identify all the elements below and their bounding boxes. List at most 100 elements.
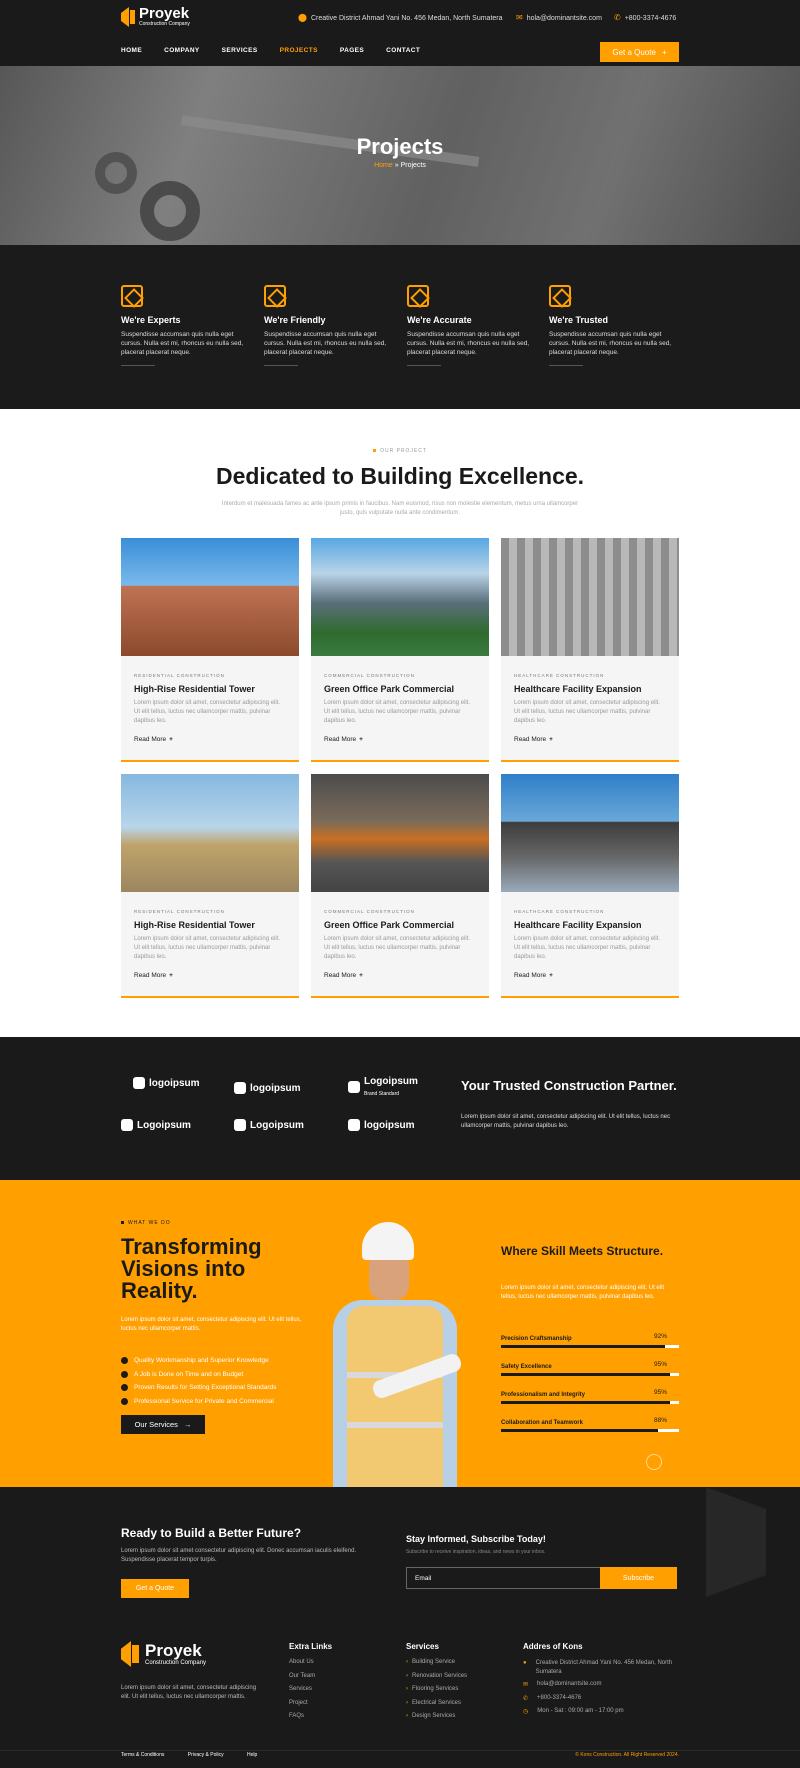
footer-link[interactable]: Our Team — [289, 1673, 332, 1687]
footer-link[interactable]: Services — [289, 1686, 332, 1700]
read-more-link[interactable]: Read More + — [324, 736, 363, 743]
cta-section: Ready to Build a Better Future? Lorem ip… — [0, 1487, 800, 1629]
plus-icon: + — [359, 972, 363, 979]
project-card[interactable]: RESIDENTIAL CONSTRUCTION High-Rise Resid… — [121, 538, 299, 762]
footer-service-link[interactable]: › Electrical Services — [406, 1700, 467, 1714]
project-card[interactable]: RESIDENTIAL CONSTRUCTION High-Rise Resid… — [121, 774, 299, 998]
check-icon — [121, 1357, 128, 1365]
project-image — [501, 538, 679, 656]
skills-section: WHAT WE DO Transforming Visions into Rea… — [0, 1180, 800, 1487]
nav-projects[interactable]: PROJECTS — [280, 47, 318, 54]
topbar-phone[interactable]: ✆ +800-3374-4676 — [614, 14, 676, 22]
footer-link[interactable]: Project — [289, 1700, 332, 1714]
read-more-link[interactable]: Read More + — [514, 972, 553, 979]
footer-service-link[interactable]: › Design Services — [406, 1713, 467, 1727]
breadcrumb-current: Projects — [400, 162, 426, 169]
project-image — [501, 774, 679, 892]
feature-divider — [407, 365, 441, 366]
project-title[interactable]: High-Rise Residential Tower — [134, 684, 255, 694]
list-item: Quality Workmanship and Superior Knowled… — [121, 1354, 321, 1368]
project-title[interactable]: Green Office Park Commercial — [324, 920, 454, 930]
read-more-link[interactable]: Read More + — [324, 972, 363, 979]
project-image — [121, 538, 299, 656]
feature-accurate: We're Accurate Suspendisse accumsan quis… — [407, 285, 537, 366]
project-card[interactable]: HEALTHCARE CONSTRUCTION Healthcare Facil… — [501, 538, 679, 762]
project-title[interactable]: Healthcare Facility Expansion — [514, 684, 642, 694]
footer-hours: Mon - Sat : 09:00 am - 17:00 pm — [537, 1708, 624, 1714]
feature-title: We're Experts — [121, 315, 181, 325]
list-item: Proven Results for Setting Exceptional S… — [121, 1381, 321, 1395]
feature-divider — [264, 365, 298, 366]
footer-col-title: Addres of Kons — [523, 1642, 583, 1651]
scroll-indicator[interactable] — [646, 1454, 662, 1470]
privacy-link[interactable]: Privacy & Policy — [188, 1752, 224, 1758]
progress-fill — [501, 1373, 671, 1376]
feature-experts: We're Experts Suspendisse accumsan quis … — [121, 285, 251, 366]
section-title: Dedicated to Building Excellence. — [215, 463, 585, 489]
project-title[interactable]: Green Office Park Commercial — [324, 684, 454, 694]
breadcrumb-home[interactable]: Home — [374, 162, 393, 169]
nav-services[interactable]: SERVICES — [222, 47, 258, 54]
partner-logo: logoipsum — [348, 1119, 415, 1131]
location-icon: ⬤ — [298, 13, 307, 22]
list-item: Professional Service for Private and Com… — [121, 1395, 321, 1409]
brand-name: Proyek — [145, 1640, 202, 1660]
footer-link[interactable]: About Us — [289, 1659, 332, 1673]
worker-image — [325, 1222, 465, 1487]
footer-service-link[interactable]: › Renovation Services — [406, 1673, 467, 1687]
project-image — [311, 774, 489, 892]
terms-link[interactable]: Terms & Conditions — [121, 1752, 164, 1758]
footer-service-link[interactable]: › Flooring Services — [406, 1686, 467, 1700]
project-title[interactable]: High-Rise Residential Tower — [134, 920, 255, 930]
project-category: COMMERCIAL CONSTRUCTION — [324, 673, 415, 678]
partner-logo-icon — [133, 1077, 145, 1089]
partner-logo: Logoipsum — [234, 1119, 304, 1131]
help-link[interactable]: Help — [247, 1752, 257, 1758]
projects-section: OUR PROJECT Dedicated to Building Excell… — [0, 409, 800, 1037]
project-card[interactable]: HEALTHCARE CONSTRUCTION Healthcare Facil… — [501, 774, 679, 998]
read-more-link[interactable]: Read More + — [134, 972, 173, 979]
nav-company[interactable]: COMPANY — [164, 47, 200, 54]
project-desc: Lorem ipsum dolor sit amet, consectetur … — [324, 700, 471, 724]
project-card[interactable]: COMMERCIAL CONSTRUCTION Green Office Par… — [311, 538, 489, 762]
email-field[interactable]: Email — [406, 1567, 600, 1589]
footer-logo[interactable]: Proyek Construction Company — [121, 1641, 206, 1667]
section-eyebrow: WHAT WE DO — [121, 1220, 171, 1226]
section-desc: Lorem ipsum dolor sit amet, consectetur … — [121, 1317, 302, 1332]
nav-contact[interactable]: CONTACT — [386, 47, 420, 54]
nav-pages[interactable]: PAGES — [340, 47, 364, 54]
chevron-right-icon: › — [406, 1686, 408, 1692]
our-services-button[interactable]: Our Services → — [121, 1415, 205, 1434]
feature-desc: Suspendisse accumsan quis nulla eget cur… — [407, 331, 530, 356]
footer-link[interactable]: FAQs — [289, 1713, 332, 1727]
feature-desc: Suspendisse accumsan quis nulla eget cur… — [121, 331, 244, 356]
footer-service-link[interactable]: › Building Service — [406, 1659, 467, 1673]
our-services-label: Our Services — [134, 1420, 178, 1429]
nav-home[interactable]: HOME — [121, 47, 142, 54]
section-title: Transforming Visions into Reality. — [121, 1234, 262, 1303]
chevron-right-icon: › — [406, 1672, 408, 1679]
project-card[interactable]: COMMERCIAL CONSTRUCTION Green Office Par… — [311, 774, 489, 998]
progress-bar: Safety Excellence 95% — [501, 1361, 679, 1376]
read-more-link[interactable]: Read More + — [514, 736, 553, 743]
cta-quote-button[interactable]: Get a Quote — [121, 1579, 189, 1598]
partner-logo: Logoipsum Brand Standard — [348, 1076, 418, 1098]
project-image — [121, 774, 299, 892]
subscribe-button[interactable]: Subscribe — [600, 1567, 677, 1589]
main-nav: HOME COMPANY SERVICES PROJECTS PAGES CON… — [121, 47, 442, 54]
list-item: A Job is Done on Time and on Budget — [121, 1368, 321, 1382]
read-more-link[interactable]: Read More + — [134, 736, 173, 743]
chevron-right-icon: › — [406, 1659, 408, 1665]
project-category: COMMERCIAL CONSTRUCTION — [324, 909, 415, 914]
project-title[interactable]: Healthcare Facility Expansion — [514, 920, 642, 930]
topbar-phone-text: +800-3374-4676 — [624, 14, 677, 22]
footer-services: Services › Building Service › Renovation S… — [406, 1642, 467, 1727]
clock-icon: ◷ — [523, 1709, 529, 1715]
topbar-email[interactable]: ✉ hola@dominantsite.com — [516, 14, 602, 22]
check-icon — [121, 1370, 128, 1378]
project-category: RESIDENTIAL CONSTRUCTION — [134, 909, 225, 914]
partners-desc: Lorem ipsum dolor sit amet, consectetur … — [461, 1114, 671, 1129]
brand-logo[interactable]: Proyek Construction Company — [121, 6, 190, 27]
project-category: HEALTHCARE CONSTRUCTION — [514, 673, 605, 678]
get-quote-button[interactable]: Get a Quote + — [600, 42, 679, 62]
